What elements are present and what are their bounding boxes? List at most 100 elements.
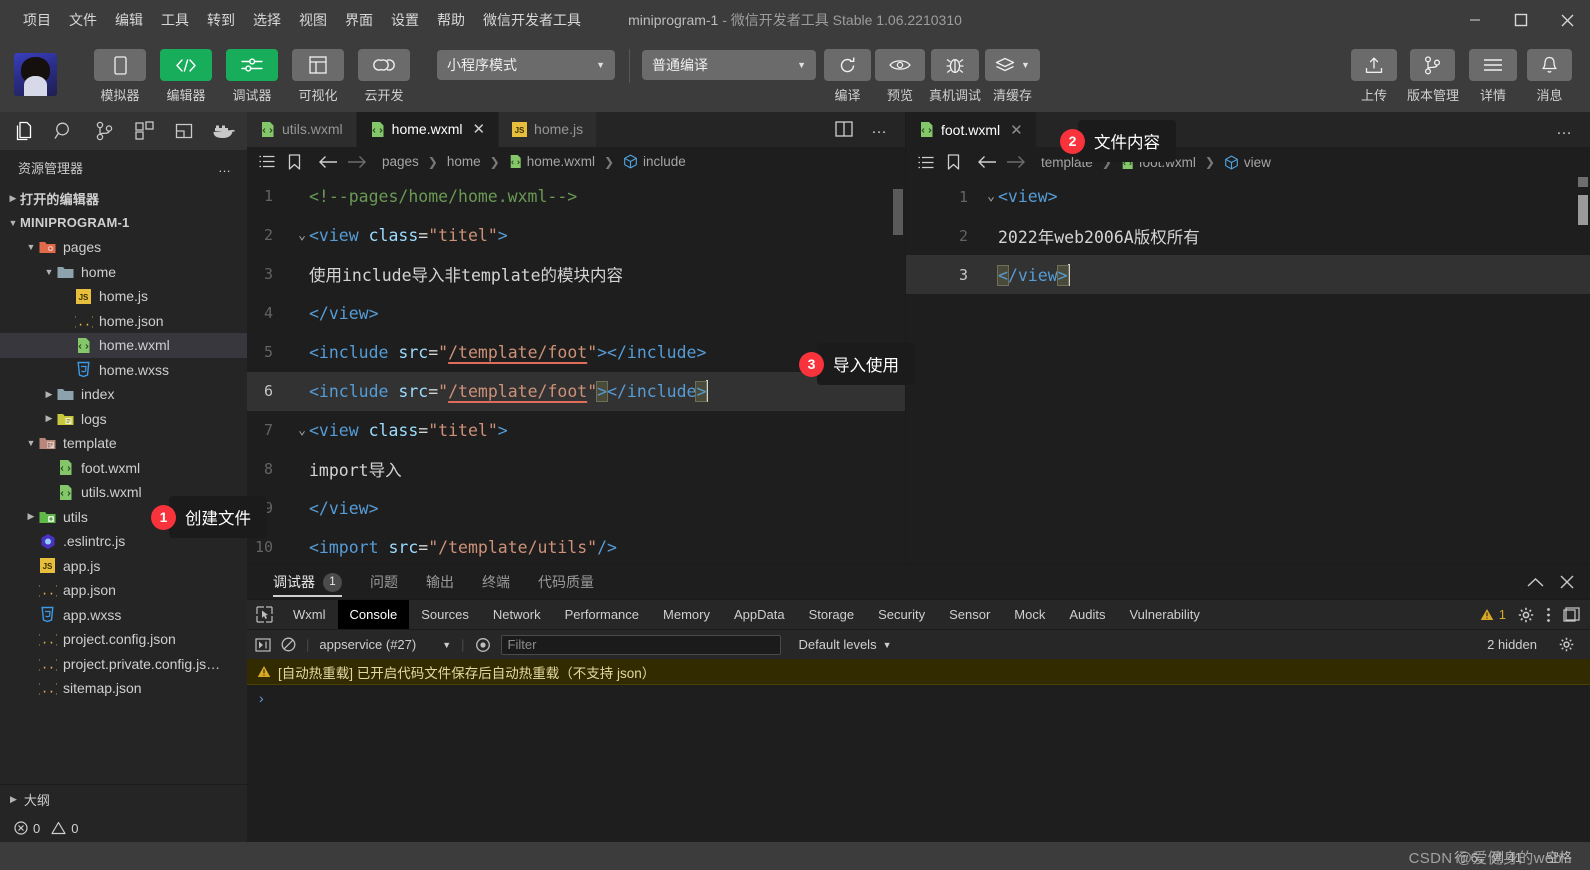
code-line-active[interactable]: 3 </view> — [906, 255, 1590, 294]
status-cursor-position[interactable]: 行 6，列 41 — [1454, 847, 1522, 866]
code-line[interactable]: 10 <import src="/template/utils"/> — [247, 528, 905, 564]
chevron-down-icon[interactable]: ▼ — [42, 267, 56, 277]
menu-item-0[interactable]: 项目 — [14, 6, 60, 34]
debugger-tab-problems[interactable]: 问题 — [356, 565, 412, 599]
gear-icon[interactable] — [1559, 637, 1574, 652]
outline-toggle-icon[interactable] — [259, 155, 275, 168]
tree-item-home.js[interactable]: JS home.js — [0, 284, 247, 309]
tree-item-foot.wxml[interactable]: foot.wxml — [0, 456, 247, 481]
inspect-icon[interactable] — [247, 600, 281, 629]
menu-item-9[interactable]: 帮助 — [428, 6, 474, 34]
devtools-tab-audits[interactable]: Audits — [1057, 600, 1117, 629]
menu-item-7[interactable]: 界面 — [336, 6, 382, 34]
back-icon[interactable] — [977, 155, 997, 169]
menu-item-3[interactable]: 工具 — [152, 6, 198, 34]
tree-item-pages[interactable]: ▼ pages — [0, 235, 247, 260]
step-icon[interactable] — [255, 637, 271, 652]
code-line[interactable]: 9 </view> — [247, 489, 905, 528]
kebab-icon[interactable] — [1546, 607, 1551, 623]
tab-close-icon[interactable]: ✕ — [472, 120, 485, 138]
console-context-select[interactable]: appservice (#27) ▼ — [319, 637, 451, 652]
menu-item-10[interactable]: 微信开发者工具 — [474, 6, 590, 34]
explorer-more-icon[interactable]: … — [218, 160, 233, 175]
devtools-tab-network[interactable]: Network — [481, 600, 553, 629]
toolbar-button-debugger[interactable]: 调试器 — [223, 49, 281, 104]
layout-panel-icon[interactable] — [172, 119, 196, 143]
eye-icon[interactable] — [475, 637, 491, 653]
avatar[interactable] — [14, 53, 57, 96]
tree-item-app.json[interactable]: {..} app.json — [0, 578, 247, 603]
code-line[interactable]: 2 ⌄ <view class="titel"> — [247, 216, 905, 255]
close-icon[interactable] — [1560, 575, 1574, 589]
breadcrumb-item-symbol[interactable]: include — [623, 154, 686, 169]
toolbar-button-realdevice[interactable]: 真机调试 — [929, 49, 981, 104]
back-icon[interactable] — [318, 155, 338, 169]
tree-item-home[interactable]: ▼ home — [0, 260, 247, 285]
toolbar-button-compile[interactable]: 编译 — [824, 49, 871, 104]
code-line[interactable]: 8 import导入 — [247, 450, 905, 489]
tree-section-root[interactable]: ▼ MINIPROGRAM-1 — [0, 211, 247, 236]
toolbar-button-clearcache[interactable]: ▼ 清缓存 — [985, 49, 1040, 104]
debugger-tab-output[interactable]: 输出 — [412, 565, 468, 599]
close-button[interactable] — [1544, 0, 1590, 40]
forward-icon[interactable] — [1006, 155, 1026, 169]
bookmark-icon[interactable] — [288, 154, 301, 170]
devtools-tab-performance[interactable]: Performance — [553, 600, 651, 629]
chevron-right-icon[interactable]: ▶ — [42, 413, 56, 424]
devtools-warning-status[interactable]: 1 — [1480, 607, 1506, 622]
toolbar-button-details[interactable]: 详情 — [1469, 49, 1517, 104]
outline-section[interactable]: ▶ 大纲 — [0, 784, 247, 814]
console-filter-input[interactable]: Filter — [500, 634, 781, 655]
forward-icon[interactable] — [347, 155, 367, 169]
scrollbar-thumb[interactable] — [1578, 177, 1588, 187]
breadcrumb-item-home[interactable]: home — [447, 154, 481, 169]
devtools-tab-memory[interactable]: Memory — [651, 600, 722, 629]
tab-utils-wxml[interactable]: utils.wxml — [247, 112, 357, 147]
clear-console-icon[interactable] — [281, 637, 296, 652]
devtools-tab-appdata[interactable]: AppData — [722, 600, 797, 629]
tree-item-logs[interactable]: ▶ logs — [0, 407, 247, 432]
toolbar-button-simulator[interactable]: 模拟器 — [91, 49, 149, 104]
menu-item-2[interactable]: 编辑 — [106, 6, 152, 34]
tab-foot-wxml[interactable]: foot.wxml ✕ — [906, 112, 1037, 147]
scrollbar-thumb[interactable] — [893, 188, 903, 235]
tree-item-project.private.config.js-[interactable]: {..} project.private.config.js… — [0, 652, 247, 677]
editor-scrollbar-right[interactable] — [1576, 177, 1590, 564]
breadcrumb-item-file[interactable]: home.wxml — [509, 154, 595, 169]
menu-item-8[interactable]: 设置 — [382, 6, 428, 34]
devtools-tab-security[interactable]: Security — [866, 600, 937, 629]
chevron-down-icon[interactable]: ▼ — [24, 242, 38, 252]
source-control-icon[interactable] — [92, 119, 116, 143]
toolbar-button-upload[interactable]: 上传 — [1350, 49, 1397, 104]
toolbar-button-preview[interactable]: 预览 — [875, 49, 925, 104]
bookmark-icon[interactable] — [947, 154, 960, 170]
chevron-right-icon[interactable]: ▶ — [42, 389, 56, 400]
devtools-tab-console[interactable]: Console — [337, 600, 410, 629]
chevron-up-icon[interactable] — [1527, 577, 1544, 588]
debugger-tab-debugger[interactable]: 调试器 1 — [259, 565, 356, 599]
docker-icon[interactable] — [212, 119, 236, 143]
toolbar-button-cloud[interactable]: 云开发 — [355, 49, 413, 104]
breadcrumb-item-pages[interactable]: pages — [382, 154, 419, 169]
problems-status[interactable]: 0 0 — [0, 814, 247, 842]
code-line[interactable]: 3 使用include导入非template的模块内容 — [247, 255, 905, 294]
code-line[interactable]: 2 2022年web2006A版权所有 — [906, 216, 1590, 255]
chevron-right-icon[interactable]: ▶ — [24, 511, 38, 522]
devtools-tab-mock[interactable]: Mock — [1002, 600, 1057, 629]
fold-marker[interactable]: ⌄ — [295, 228, 309, 243]
console-warning-row[interactable]: [自动热重载] 已开启代码文件保存后自动热重载（不支持 json） — [247, 659, 1590, 685]
extensions-icon[interactable] — [132, 119, 156, 143]
dock-icon[interactable] — [1563, 607, 1580, 622]
toolbar-button-visual[interactable]: 可视化 — [289, 49, 347, 104]
menu-item-5[interactable]: 选择 — [244, 6, 290, 34]
minimize-button[interactable] — [1452, 0, 1498, 40]
tab-home-wxml[interactable]: home.wxml ✕ — [356, 112, 500, 147]
tree-section-open-editors[interactable]: ▶ 打开的编辑器 — [0, 186, 247, 211]
scrollbar-thumb-2[interactable] — [1578, 195, 1588, 225]
tree-item-home.wxml[interactable]: home.wxml — [0, 333, 247, 358]
files-icon[interactable] — [12, 119, 36, 143]
mode-select[interactable]: 小程序模式 ▼ — [437, 50, 615, 80]
menu-item-6[interactable]: 视图 — [290, 6, 336, 34]
gear-icon[interactable] — [1518, 607, 1534, 623]
code-line[interactable]: 4 </view> — [247, 294, 905, 333]
